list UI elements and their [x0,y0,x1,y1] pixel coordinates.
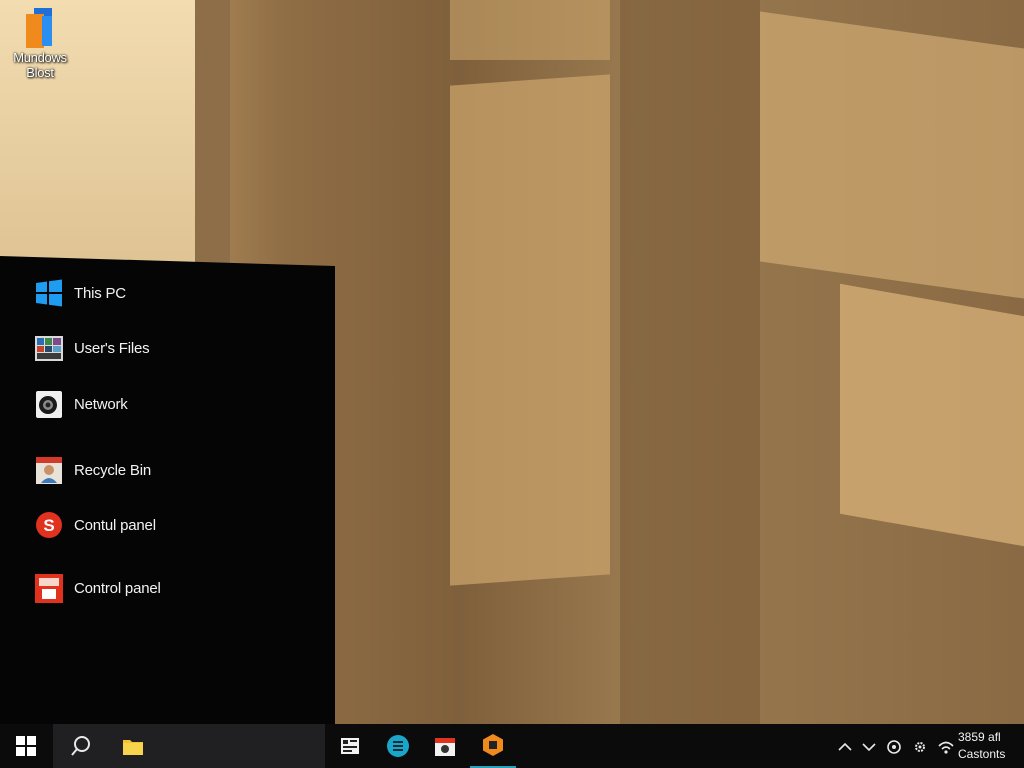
tile-app-icon [341,738,359,754]
menu-item-label: Recycle Bin [74,461,151,479]
menu-item-contul-panel[interactable]: S Contul panel [34,508,314,542]
taskbar-clock[interactable]: 3859 afl Castonts [958,729,1022,763]
menu-item-recycle-bin[interactable]: Recycle Bin [34,453,314,487]
menu-item-label: Network [74,395,128,413]
menu-item-this-pc[interactable]: This PC [34,276,314,310]
wallpaper-light-patch [450,74,610,586]
start-button[interactable] [4,724,48,768]
desktop-shortcut-label: Mundows Blost [13,50,67,80]
taskbar-search-box[interactable] [53,724,325,768]
windows-start-icon [16,736,36,756]
photo-collage-icon [34,333,64,363]
clock-date: Castonts [958,747,1006,761]
taskbar-app-1[interactable] [336,724,364,768]
taskbar-app-3[interactable] [431,724,459,768]
taskbar-app-2[interactable] [384,724,412,768]
wallpaper-light-patch [840,283,1024,547]
chevron-down-icon[interactable] [860,738,878,756]
menu-item-label: User's Files [74,339,150,357]
taskbar-app-4-active[interactable] [470,724,516,768]
menu-item-network[interactable]: Network [34,387,314,421]
circle-settings-icon[interactable] [885,738,903,756]
search-icon [65,724,97,768]
portrait-icon [34,455,64,485]
menu-item-control-panel[interactable]: Control panel [34,571,314,605]
gear-icon[interactable] [911,738,929,756]
start-menu: This PC User's Files Network Recycle Bin… [0,256,335,724]
menu-item-label: Contul panel [74,516,156,534]
calendar-app-icon [435,738,455,756]
wifi-icon[interactable] [937,738,955,756]
windows-logo-icon [34,278,64,308]
teal-circle-app-icon [387,735,409,757]
app-shortcut-icon [20,6,60,50]
wallpaper-light-patch [450,0,610,60]
clock-time: 3859 afl [958,730,1001,744]
taskbar: 3859 afl Castonts [0,724,1024,768]
chevron-up-icon[interactable] [836,738,854,756]
wallpaper-shadow [620,0,760,768]
menu-item-label: Control panel [74,579,161,597]
svg-text:S: S [43,516,54,535]
red-badge-icon: S [34,510,64,540]
folder-icon[interactable] [119,724,147,768]
orange-hexagon-app-icon [483,734,503,756]
camera-lens-icon [34,389,64,419]
menu-item-label: This PC [74,284,126,302]
desktop-shortcut[interactable]: Mundows Blost [4,6,76,80]
wallpaper-light-patch [760,11,1024,299]
menu-item-users-files[interactable]: User's Files [34,331,314,365]
red-app-icon [34,573,64,604]
wallpaper-window-frame [195,0,230,300]
